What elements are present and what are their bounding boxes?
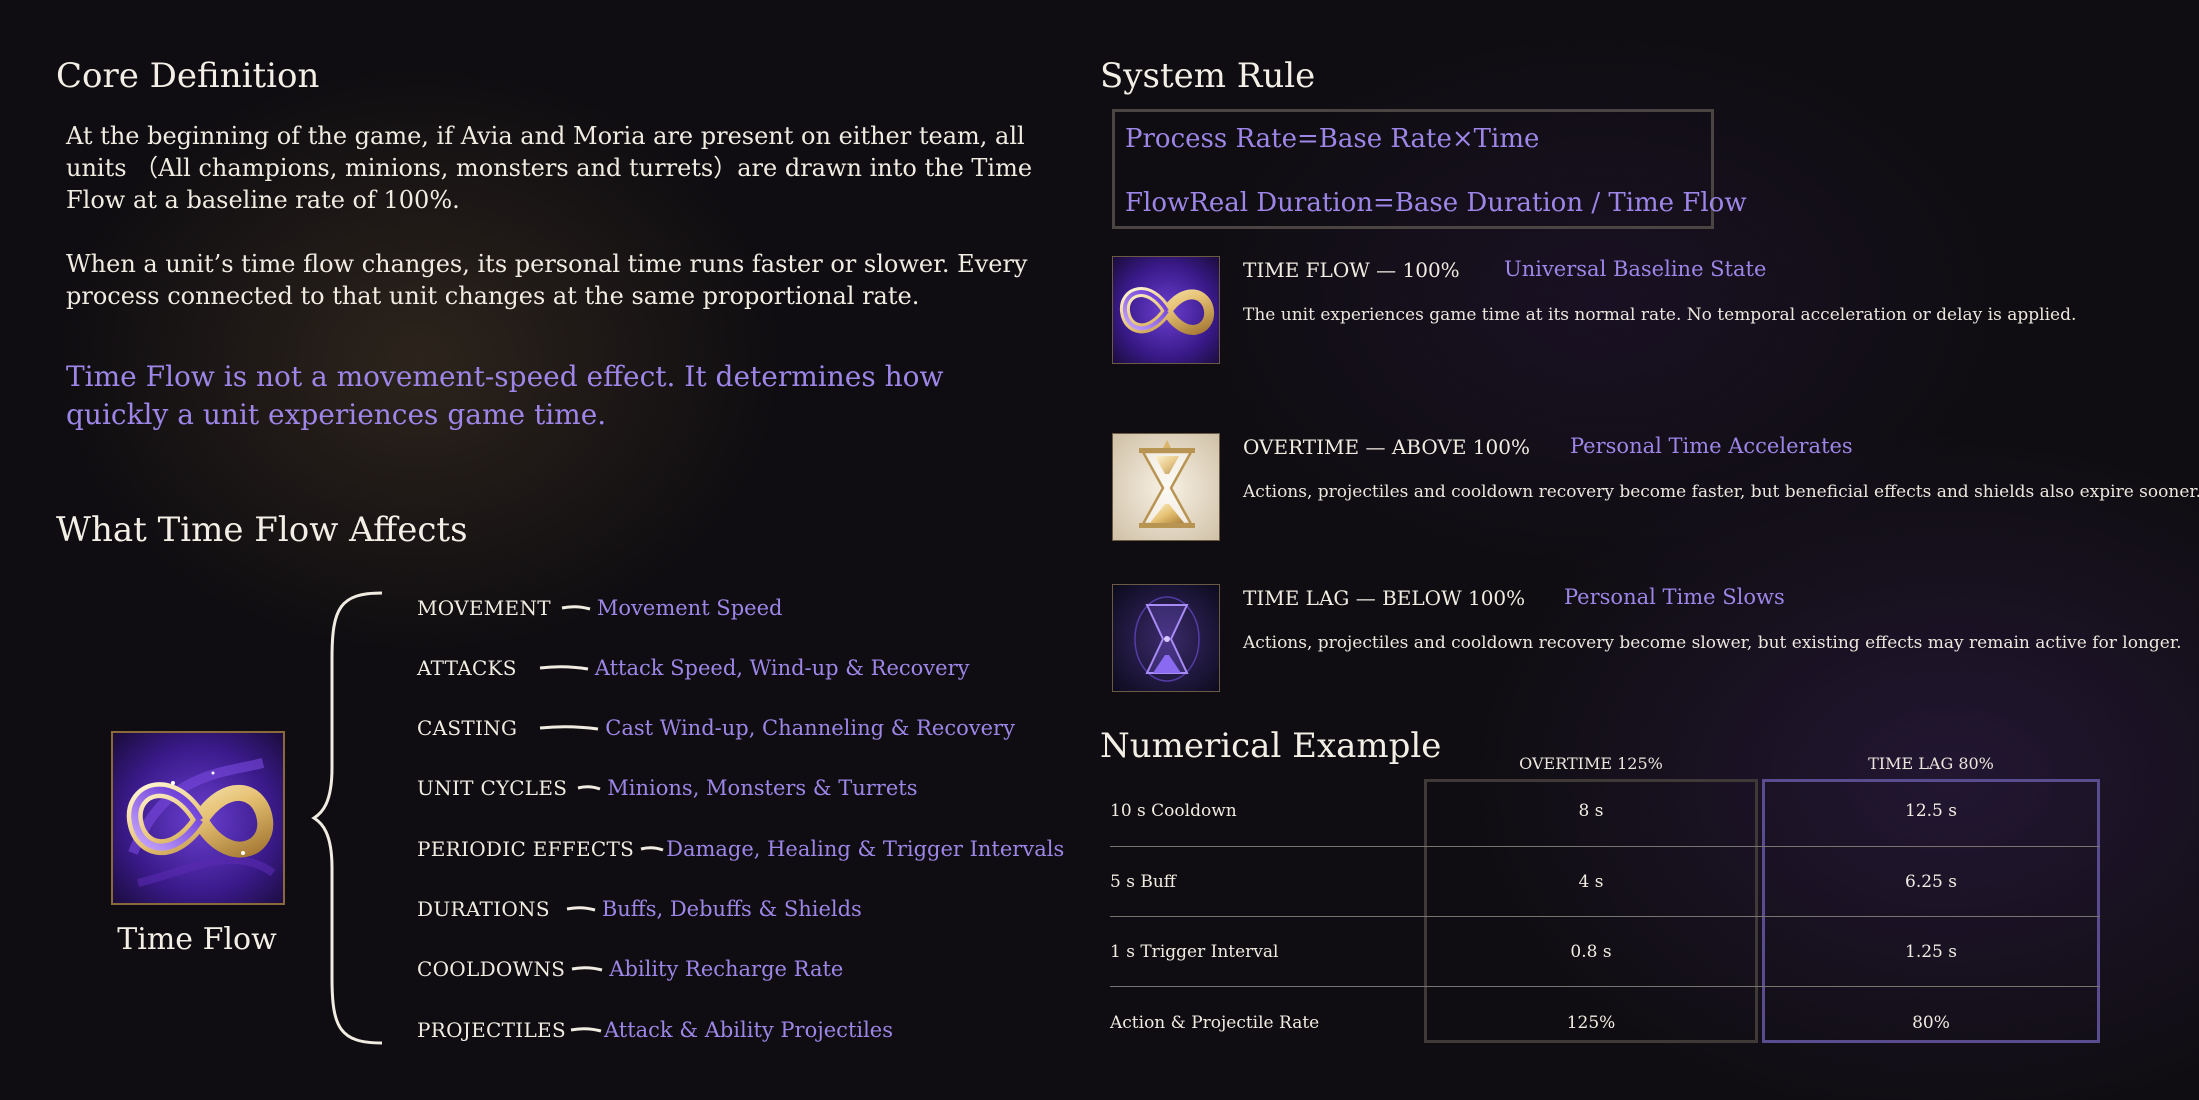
affect-item-movement: MOVEMENT Movement Speed [417,591,782,625]
brush-dash [577,785,601,791]
row-label-trigger: 1 s Trigger Interval [1110,942,1279,962]
state-desc-time-flow: The unit experiences game time at its no… [1243,305,2077,325]
state-desc-time-lag: Actions, projectiles and cooldown recove… [1243,633,2182,653]
cell-lag-cooldown: 12.5 s [1905,801,1957,821]
affect-value: Cast Wind-up, Channeling & Recovery [605,716,1015,740]
cell-lag-trigger: 1.25 s [1905,942,1957,962]
affect-key: PERIODIC EFFECTS [417,837,635,861]
affect-key: CASTING [417,716,518,740]
brush-dash [540,725,599,731]
brush-dash [561,605,591,611]
cell-overtime-trigger: 0.8 s [1570,942,1612,962]
affect-value: Attack Speed, Wind-up & Recovery [594,656,970,680]
cell-overtime-action-rate: 125% [1566,1013,1616,1033]
state-tag-time-flow: Universal Baseline State [1504,257,1767,281]
column-header-overtime: OVERTIME 125% [1519,754,1663,773]
affect-item-durations: DURATIONS Buffs, Debuffs & Shields [417,892,862,926]
affect-key: UNIT CYCLES [417,776,568,800]
affect-key: ATTACKS [417,656,517,680]
brush-dash [571,966,603,972]
state-tag-time-lag: Personal Time Slows [1564,585,1785,609]
row-divider [1110,986,2100,987]
cell-lag-action-rate: 80% [1912,1013,1950,1033]
system-rule-title: System Rule [1100,56,1316,96]
core-definition-highlight: Time Flow is not a movement-speed effect… [66,360,944,431]
affect-key: MOVEMENT [417,596,551,620]
state-heading-time-flow: TIME FLOW — 100% [1243,258,1460,282]
state-heading-time-lag: TIME LAG — BELOW 100% [1243,586,1526,610]
affect-value: Movement Speed [596,596,783,620]
affect-value: Damage, Healing & Trigger Intervals [666,837,1065,861]
affect-item-attacks: ATTACKS Attack Speed, Wind-up & Recovery [417,651,969,685]
core-definition-paragraph-1: At the beginning of the game, if Avia an… [66,122,1033,214]
row-divider [1110,916,2100,917]
formula-real-duration: FlowReal Duration=Base Duration / Time F… [1125,188,1747,218]
brush-dash [640,846,664,852]
row-label-buff: 5 s Buff [1110,872,1176,892]
brush-dash [566,906,596,912]
state-desc-overtime: Actions, projectiles and cooldown recove… [1243,482,2199,502]
violet-hourglass-icon [1112,584,1220,692]
affect-key: PROJECTILES [417,1018,566,1042]
row-label-cooldown: 10 s Cooldown [1110,801,1237,821]
affect-key: DURATIONS [417,897,550,921]
state-heading-overtime: OVERTIME — ABOVE 100% [1243,435,1530,459]
affect-value: Buffs, Debuffs & Shields [601,897,862,921]
affect-value: Attack & Ability Projectiles [603,1018,894,1042]
infinity-icon [1112,256,1220,364]
core-definition-paragraph-2: When a unit’s time flow changes, its per… [66,250,1028,310]
brush-dash [570,1027,602,1033]
system-rule-formula-box: Process Rate=Base Rate×Time FlowReal Dur… [1112,109,1747,229]
affect-value: Ability Recharge Rate [609,957,844,981]
affect-item-unit-cycles: UNIT CYCLES Minions, Monsters & Turrets [417,771,917,805]
formula-process-rate: Process Rate=Base Rate×Time [1125,124,1540,154]
affect-item-casting: CASTING Cast Wind-up, Channeling & Recov… [417,711,1015,745]
affects-section-title: What Time Flow Affects [56,510,468,550]
cell-lag-buff: 6.25 s [1905,872,1957,892]
time-flow-infinity-icon [111,731,285,905]
core-definition-title: Core Definition [56,56,320,96]
cell-overtime-buff: 4 s [1578,872,1604,892]
golden-hourglass-icon [1112,433,1220,541]
affect-item-periodic-effects: PERIODIC EFFECTS Damage, Healing & Trigg… [417,832,1064,866]
state-tag-overtime: Personal Time Accelerates [1570,434,1853,458]
affect-item-projectiles: PROJECTILES Attack & Ability Projectiles [417,1013,893,1047]
column-header-time-lag: TIME LAG 80% [1868,754,1994,773]
affect-key: COOLDOWNS [417,957,566,981]
affect-item-cooldowns: COOLDOWNS Ability Recharge Rate [417,952,843,986]
curly-brace [311,591,383,1045]
brush-dash [539,665,589,671]
affect-value: Minions, Monsters & Turrets [607,776,918,800]
time-flow-label: Time Flow [117,922,277,957]
row-divider [1110,846,2100,847]
numerical-example-title: Numerical Example [1100,726,1442,766]
row-label-action-rate: Action & Projectile Rate [1110,1013,1320,1033]
cell-overtime-cooldown: 8 s [1578,801,1604,821]
